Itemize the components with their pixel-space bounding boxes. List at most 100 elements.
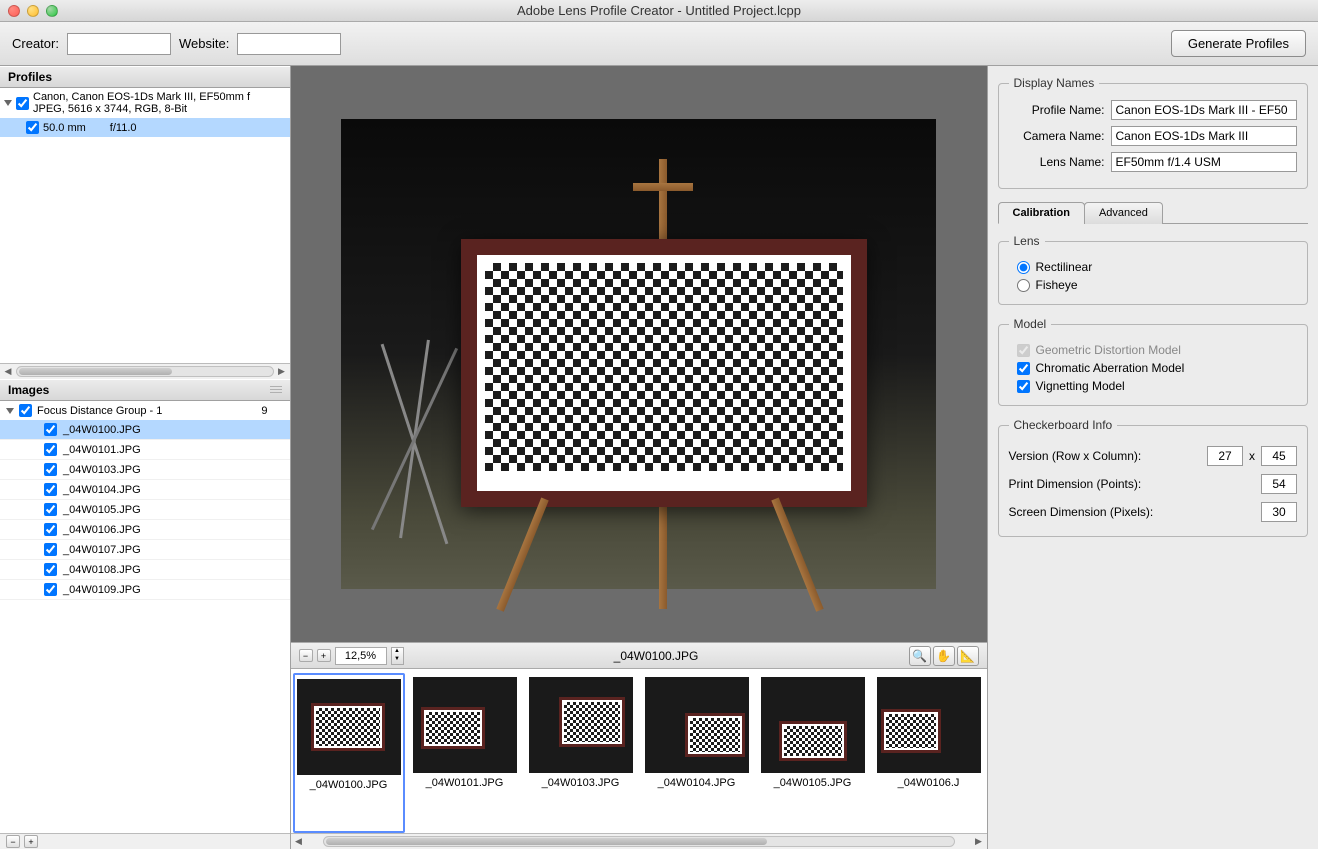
thumbstrip-scroll[interactable]: ◀ ▶ [291, 833, 987, 849]
geometric-label: Geometric Distortion Model [1036, 343, 1181, 357]
profile-name-input[interactable] [1111, 100, 1298, 120]
rectilinear-radio[interactable] [1017, 261, 1030, 274]
lens-name-input[interactable] [1111, 152, 1298, 172]
thumbnail-label: _04W0106.J [898, 773, 960, 793]
profile-root-checkbox[interactable] [16, 97, 29, 110]
image-row[interactable]: _04W0106.JPG [0, 520, 290, 540]
profiles-hscroll[interactable]: ◀ ▶ [0, 363, 290, 379]
image-row-checkbox[interactable] [44, 503, 57, 516]
images-group-row[interactable]: Focus Distance Group - 1 9 [0, 401, 290, 420]
zoom-out-icon[interactable]: − [6, 835, 20, 848]
close-window-button[interactable] [8, 5, 20, 17]
thumbnail-image [761, 677, 865, 773]
preview-area[interactable] [291, 66, 987, 642]
image-row[interactable]: _04W0107.JPG [0, 540, 290, 560]
thumbnail[interactable]: _04W0103.JPG [525, 673, 637, 833]
toolbar: Creator: Website: Generate Profiles [0, 22, 1318, 66]
lens-name-label: Lens Name: [1009, 155, 1105, 169]
vignetting-label: Vignetting Model [1036, 379, 1125, 393]
center-panel: − + ▲▼ _04W0100.JPG 🔍 ✋ 📐 _04W0100.JPG _… [291, 66, 988, 849]
zoom-stepper[interactable]: ▲▼ [391, 647, 404, 665]
minimize-window-button[interactable] [27, 5, 39, 17]
zoom-value-input[interactable] [335, 647, 387, 665]
screen-dim-label: Screen Dimension (Pixels): [1009, 505, 1262, 519]
zoom-window-button[interactable] [46, 5, 58, 17]
image-row-filename: _04W0106.JPG [63, 524, 141, 536]
titlebar: Adobe Lens Profile Creator - Untitled Pr… [0, 0, 1318, 22]
images-group-checkbox[interactable] [19, 404, 32, 417]
profile-root-line1: Canon, Canon EOS-1Ds Mark III, EF50mm f [33, 91, 250, 103]
images-zoom-bar: − + [0, 833, 290, 849]
ruler-tool-icon[interactable]: 📐 [957, 646, 979, 666]
image-row-checkbox[interactable] [44, 543, 57, 556]
zoom-in-icon[interactable]: + [24, 835, 38, 848]
website-label: Website: [179, 36, 229, 51]
image-row-checkbox[interactable] [44, 443, 57, 456]
model-group: Model Geometric Distortion Model Chromat… [998, 317, 1309, 406]
image-row[interactable]: _04W0105.JPG [0, 500, 290, 520]
profile-child-row[interactable]: 50.0 mm f/11.0 [0, 118, 290, 137]
profile-root-row[interactable]: Canon, Canon EOS-1Ds Mark III, EF50mm f … [0, 88, 290, 118]
image-row-checkbox[interactable] [44, 563, 57, 576]
disclosure-triangle-icon[interactable] [6, 408, 14, 414]
lens-group: Lens Rectilinear Fisheye [998, 234, 1309, 305]
thumbnail[interactable]: _04W0105.JPG [757, 673, 869, 833]
thumbnail-label: _04W0101.JPG [426, 773, 504, 793]
image-row[interactable]: _04W0109.JPG [0, 580, 290, 600]
thumbnail-strip[interactable]: _04W0100.JPG _04W0101.JPG _04W0103.JPG _… [291, 668, 987, 833]
creator-input[interactable] [67, 33, 171, 55]
version-cols-input[interactable] [1261, 446, 1297, 466]
vignetting-checkbox[interactable] [1017, 380, 1030, 393]
image-row[interactable]: _04W0108.JPG [0, 560, 290, 580]
creator-label: Creator: [12, 36, 59, 51]
tab-calibration[interactable]: Calibration [998, 202, 1085, 224]
fisheye-radio[interactable] [1017, 279, 1030, 292]
thumbnail[interactable]: _04W0101.JPG [409, 673, 521, 833]
image-row-filename: _04W0107.JPG [63, 544, 141, 556]
profile-root-line2: JPEG, 5616 x 3744, RGB, 8-Bit [33, 103, 250, 115]
zoom-out-button[interactable]: − [299, 649, 313, 662]
thumbnail[interactable]: _04W0104.JPG [641, 673, 753, 833]
image-row-checkbox[interactable] [44, 423, 57, 436]
panel-grip-icon[interactable] [270, 386, 282, 394]
thumbnail-label: _04W0100.JPG [310, 775, 388, 795]
image-row[interactable]: _04W0104.JPG [0, 480, 290, 500]
image-row-checkbox[interactable] [44, 483, 57, 496]
website-input[interactable] [237, 33, 341, 55]
image-row-checkbox[interactable] [44, 523, 57, 536]
thumbnail-label: _04W0103.JPG [542, 773, 620, 793]
tabs: Calibration Advanced [998, 201, 1309, 224]
image-row[interactable]: _04W0101.JPG [0, 440, 290, 460]
profile-child-checkbox[interactable] [26, 121, 39, 134]
scroll-right-icon[interactable]: ▶ [274, 365, 290, 379]
generate-profiles-button[interactable]: Generate Profiles [1171, 30, 1306, 57]
profiles-tree[interactable]: Canon, Canon EOS-1Ds Mark III, EF50mm f … [0, 88, 290, 363]
image-row-checkbox[interactable] [44, 583, 57, 596]
image-row[interactable]: _04W0103.JPG [0, 460, 290, 480]
image-row-checkbox[interactable] [44, 463, 57, 476]
thumbnail-image [877, 677, 981, 773]
images-list[interactable]: Focus Distance Group - 1 9 _04W0100.JPG … [0, 401, 290, 833]
chromatic-label: Chromatic Aberration Model [1036, 361, 1185, 375]
screen-dim-input[interactable] [1261, 502, 1297, 522]
hand-tool-icon[interactable]: ✋ [933, 646, 955, 666]
image-row-filename: _04W0101.JPG [63, 444, 141, 456]
images-group-label: Focus Distance Group - 1 [37, 405, 162, 417]
tab-advanced[interactable]: Advanced [1084, 202, 1163, 224]
checkerboard-legend: Checkerboard Info [1009, 418, 1118, 432]
window-title: Adobe Lens Profile Creator - Untitled Pr… [0, 3, 1318, 18]
profile-child-focal: 50.0 mm [43, 122, 86, 134]
scroll-left-icon[interactable]: ◀ [0, 365, 16, 379]
chromatic-checkbox[interactable] [1017, 362, 1030, 375]
thumbnail[interactable]: _04W0100.JPG [293, 673, 405, 833]
magnifier-tool-icon[interactable]: 🔍 [909, 646, 931, 666]
disclosure-triangle-icon[interactable] [4, 100, 12, 106]
profile-name-label: Profile Name: [1009, 103, 1105, 117]
version-rows-input[interactable] [1207, 446, 1243, 466]
image-row[interactable]: _04W0100.JPG [0, 420, 290, 440]
zoom-in-button[interactable]: + [317, 649, 331, 662]
camera-name-input[interactable] [1111, 126, 1298, 146]
print-dim-input[interactable] [1261, 474, 1297, 494]
fisheye-label: Fisheye [1036, 278, 1078, 292]
thumbnail[interactable]: _04W0106.J [873, 673, 985, 833]
